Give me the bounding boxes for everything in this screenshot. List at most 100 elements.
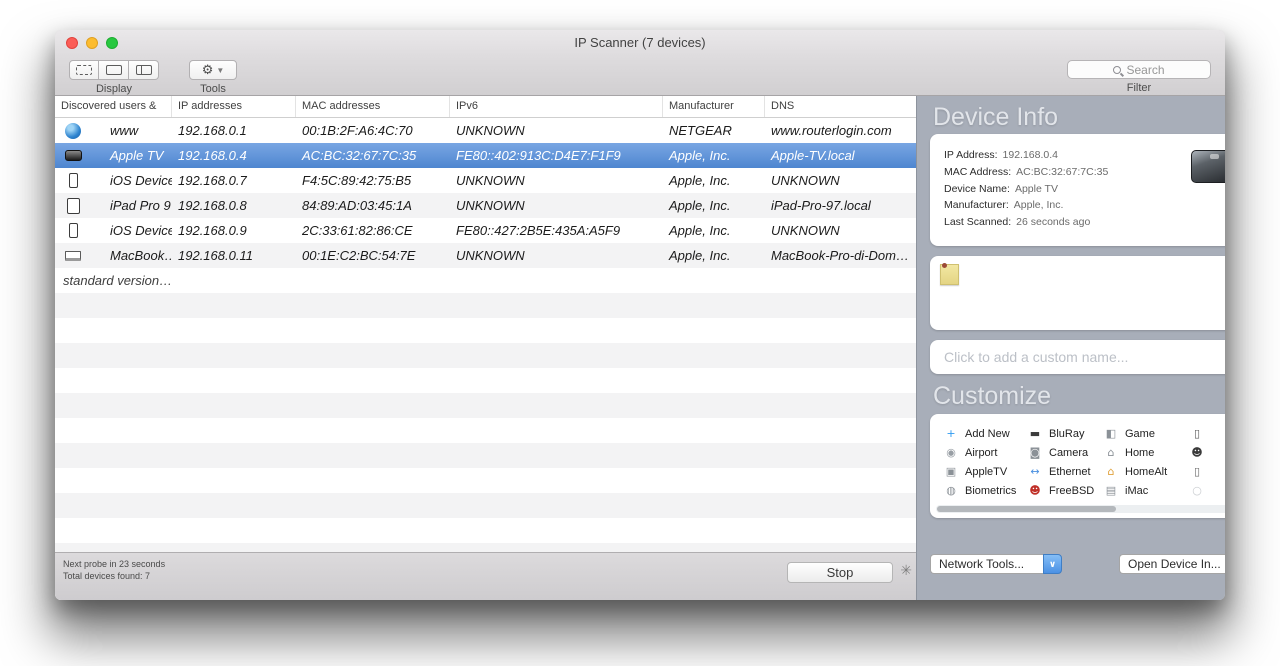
- customize-item-imac[interactable]: ▤ iMac: [1104, 481, 1190, 500]
- search-input[interactable]: Search: [1067, 60, 1211, 79]
- status-text: Next probe in 23 seconds Total devices f…: [63, 558, 165, 582]
- table-row-empty: [55, 443, 916, 468]
- customize-item-airport[interactable]: ◉ Airport: [944, 443, 1028, 462]
- tools-button[interactable]: ⚙ ▼: [189, 60, 237, 80]
- manufacturer-label: Manufacturer:: [944, 199, 1009, 212]
- customize-item-homealt[interactable]: ⌂ HomeAlt: [1104, 462, 1190, 481]
- table-row[interactable]: iOS Device 192.168.0.7 F4:5C:89:42:75:B5 UN…: [55, 168, 916, 193]
- table-row[interactable]: MacBook… 192.168.0.11 00:1E:C2:BC:54:7E UNK…: [55, 243, 916, 268]
- display-split-button[interactable]: [129, 60, 159, 80]
- minimize-button[interactable]: [86, 37, 98, 49]
- device-name: iPad Pro 97: [110, 198, 172, 213]
- open-device-dropdown[interactable]: Open Device In... ∨: [1119, 554, 1225, 574]
- customize-item-appletv[interactable]: ▣ AppleTV: [944, 462, 1028, 481]
- mac-cell: AC:BC:32:67:7C:35: [302, 148, 417, 163]
- column-header-manufacturer[interactable]: Manufacturer: [663, 96, 765, 117]
- customize-item-label: AppleTV: [965, 465, 1008, 478]
- table-row-empty: [55, 493, 916, 518]
- customize-item-ipad-outline[interactable]: ▯: [1190, 424, 1225, 443]
- tools-label: Tools: [200, 83, 226, 95]
- table-row[interactable]: iOS Device 192.168.0.9 2C:33:61:82:86:CE FE…: [55, 218, 916, 243]
- biometrics-icon: ◍: [946, 484, 956, 497]
- column-header-discovered[interactable]: Discovered users &: [55, 96, 172, 117]
- mac-cell: 2C:33:61:82:86:CE: [302, 223, 413, 238]
- display-broadcast-button[interactable]: [69, 60, 99, 80]
- customize-item-label: Add New: [965, 427, 1010, 440]
- table-row-empty: [55, 518, 916, 543]
- notes-area[interactable]: [930, 256, 1225, 330]
- customize-item-camera[interactable]: ◙ Camera: [1028, 443, 1104, 462]
- network-tools-label: Network Tools...: [930, 554, 1043, 574]
- freebsd-icon: ☻: [1029, 484, 1041, 497]
- customize-scrollbar[interactable]: [936, 505, 1225, 513]
- ip-cell: 192.168.0.4: [178, 148, 247, 163]
- ipv6-cell: UNKNOWN: [456, 123, 525, 138]
- table-row-empty: [55, 418, 916, 443]
- customize-item-label: FreeBSD: [1049, 484, 1095, 497]
- dns-cell: UNKNOWN: [771, 223, 840, 238]
- progress-spinner-icon: ✳: [900, 563, 912, 579]
- column-header-mac[interactable]: MAC addresses: [296, 96, 450, 117]
- display-single-button[interactable]: [99, 60, 129, 80]
- table-row[interactable]: www 192.168.0.1 00:1B:2F:A6:4C:70 UNKNOWN NE…: [55, 118, 916, 143]
- app-window: IP Scanner (7 devices) Display ⚙ ▼ Tools…: [55, 30, 1225, 600]
- customize-item-person[interactable]: ☻: [1190, 443, 1225, 462]
- homealt-icon: ⌂: [1107, 465, 1115, 478]
- table-row[interactable]: iPad Pro 97 192.168.0.8 84:89:AD:03:45:1A U…: [55, 193, 916, 218]
- filter-label: Filter: [1126, 82, 1152, 94]
- network-tools-dropdown[interactable]: Network Tools... ∨: [930, 554, 1062, 574]
- customize-item-iphone-outline[interactable]: ▯: [1190, 462, 1225, 481]
- customize-item-biometrics[interactable]: ◍ Biometrics: [944, 481, 1028, 500]
- customize-item-bluray[interactable]: ▬ BluRay: [1028, 424, 1104, 443]
- ipv6-cell: UNKNOWN: [456, 198, 525, 213]
- customize-column: ▬ BluRay ◙ Camera ↔ Ethernet ☻ FreeBSD: [1028, 424, 1104, 518]
- device-name: iOS Device: [110, 173, 172, 188]
- bulb-icon: ○: [1192, 484, 1202, 497]
- column-header-ip[interactable]: IP addresses: [172, 96, 296, 117]
- custom-name-input[interactable]: Click to add a custom name...: [930, 340, 1225, 374]
- column-header-ipv6[interactable]: IPv6: [450, 96, 663, 117]
- customize-item-label: HomeAlt: [1125, 465, 1168, 478]
- device-name-cell: www: [55, 122, 172, 139]
- stop-button[interactable]: Stop: [787, 562, 893, 583]
- customize-item-label: Biometrics: [965, 484, 1017, 497]
- customize-item-bulb[interactable]: ○: [1190, 481, 1225, 500]
- ipv6-cell: FE80::402:913C:D4E7:F1F9: [456, 148, 621, 163]
- customize-item-home[interactable]: ⌂ Home: [1104, 443, 1190, 462]
- customize-item-label: Camera: [1049, 446, 1089, 459]
- customize-item-game[interactable]: ◧ Game: [1104, 424, 1190, 443]
- ipv6-cell: FE80::427:2B5E:435A:A5F9: [456, 223, 621, 238]
- manufacturer-cell: Apple, Inc.: [669, 248, 731, 263]
- manufacturer-value: Apple, Inc.: [1013, 199, 1064, 212]
- search-icon: [1113, 65, 1122, 74]
- search-group: Search Filter: [1067, 60, 1211, 94]
- add-new-icon: +: [946, 427, 956, 440]
- zoom-button[interactable]: [106, 37, 118, 49]
- scrollbar-thumb[interactable]: [937, 506, 1116, 512]
- chevron-down-icon: ▼: [216, 65, 225, 75]
- customize-item-freebsd[interactable]: ☻ FreeBSD: [1028, 481, 1104, 500]
- close-button[interactable]: [66, 37, 78, 49]
- custom-name-placeholder: Click to add a custom name...: [944, 349, 1129, 365]
- device-name-cell: iOS Device: [55, 173, 172, 188]
- ip-cell: 192.168.0.11: [178, 248, 253, 263]
- customize-item-add-new[interactable]: + Add New: [944, 424, 1028, 443]
- manufacturer-cell: Apple, Inc.: [669, 198, 731, 213]
- last-scanned-label: Last Scanned:: [944, 216, 1012, 229]
- ip-cell: 192.168.0.9: [178, 223, 247, 238]
- device-name: Apple TV: [110, 148, 164, 163]
- customize-item-ethernet[interactable]: ↔ Ethernet: [1028, 462, 1104, 481]
- dns-cell: Apple-TV.local: [771, 148, 855, 163]
- device-table: Discovered users & IP addresses MAC addr…: [55, 96, 916, 600]
- ipv6-cell: UNKNOWN: [456, 173, 525, 188]
- appletv-icon: [64, 150, 82, 161]
- column-header-dns[interactable]: DNS: [765, 96, 916, 117]
- device-name-cell: MacBook…: [55, 248, 172, 263]
- ip-cell: 192.168.0.1: [178, 123, 247, 138]
- game-icon: ◧: [1105, 427, 1117, 440]
- iphone-icon: [68, 173, 78, 188]
- device-name: www: [110, 123, 139, 138]
- table-row[interactable]: Apple TV 192.168.0.4 AC:BC:32:67:7C:35 FE80…: [55, 143, 916, 168]
- ip-cell: 192.168.0.7: [178, 173, 247, 188]
- mac-address-value: AC:BC:32:67:7C:35: [1016, 165, 1109, 178]
